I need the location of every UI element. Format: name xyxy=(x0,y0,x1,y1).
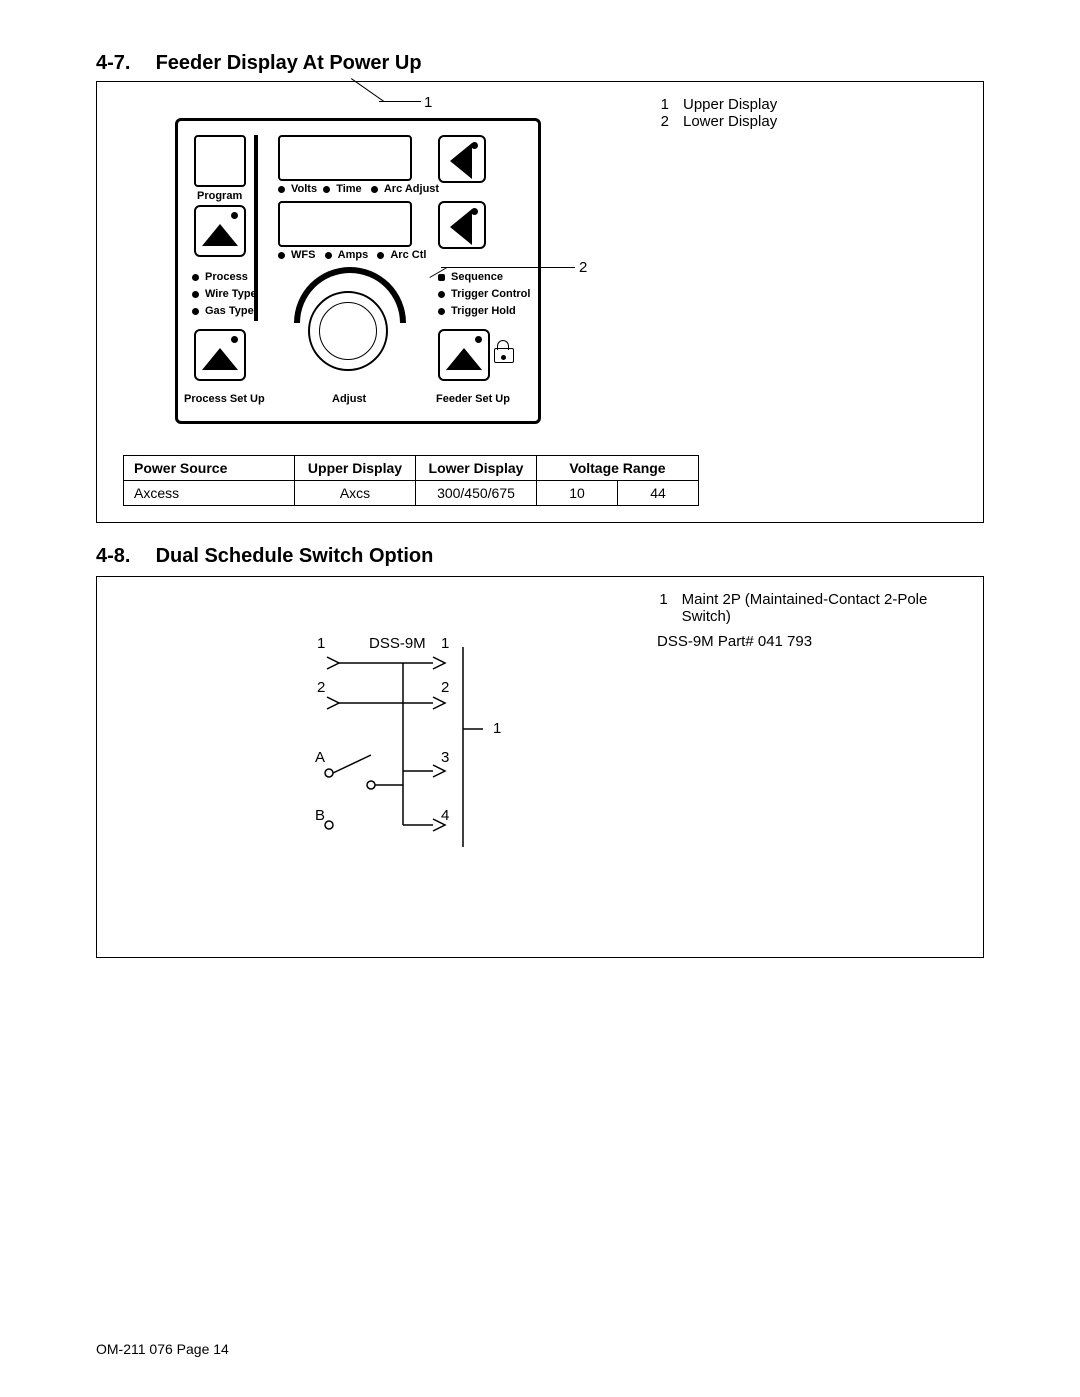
feeder-panel: Program Volts Time Arc Adjust WFS Amps A… xyxy=(175,118,541,424)
label-adjust: Adjust xyxy=(332,393,366,405)
feeder-setup-button[interactable] xyxy=(438,329,490,381)
table-row: Axcess Axcs 300/450/675 10 44 xyxy=(124,481,699,506)
label-program: Program xyxy=(197,190,242,202)
schem-title: DSS-9M xyxy=(369,635,426,652)
schem-callout: 1 xyxy=(493,720,501,737)
legend-text: Lower Display xyxy=(683,113,777,130)
feeder-group: Sequence Trigger Control Trigger Hold xyxy=(438,269,530,320)
program-up-button[interactable] xyxy=(194,205,246,257)
th-voltage-range: Voltage Range xyxy=(537,456,699,481)
dss-9m-schematic: DSS-9M 1 1 2 2 A 3 B 4 1 xyxy=(333,657,473,877)
th-upper-display: Upper Display xyxy=(295,456,416,481)
th-lower-display: Lower Display xyxy=(416,456,537,481)
legend-text: Maint 2P (Maintained-Contact 2-Pole Swit… xyxy=(682,591,947,625)
figure-4-7: 1 Upper Display 2 Lower Display 1 2 Progra… xyxy=(96,81,984,523)
section-4-8-title: 4-8. Dual Schedule Switch Option xyxy=(96,545,984,568)
page-footer: OM-211 076 Page 14 xyxy=(96,1341,229,1357)
legend-4-8: 1 Maint 2P (Maintained-Contact 2-Pole Sw… xyxy=(657,591,947,650)
section-number: 4-7. xyxy=(96,52,150,75)
upper-left-button[interactable] xyxy=(438,135,486,183)
section-heading: Feeder Display At Power Up xyxy=(156,52,422,74)
figure-4-8: 1 Maint 2P (Maintained-Contact 2-Pole Sw… xyxy=(96,576,984,958)
section-number: 4-8. xyxy=(96,545,150,568)
legend-n: 2 xyxy=(657,113,669,130)
upper-indicators: Volts Time Arc Adjust xyxy=(278,183,439,195)
process-group: Process Wire Type Gas Type xyxy=(192,269,257,320)
program-display xyxy=(194,135,246,187)
section-heading: Dual Schedule Switch Option xyxy=(156,545,434,567)
legend-n: 1 xyxy=(657,96,669,113)
upper-display xyxy=(278,135,412,181)
callout-1: 1 xyxy=(424,94,432,111)
legend-4-7: 1 Upper Display 2 Lower Display xyxy=(657,96,777,130)
power-source-table: Power Source Upper Display Lower Display… xyxy=(123,455,699,506)
callout-2: 2 xyxy=(579,259,587,276)
lower-indicators: WFS Amps Arc Ctl xyxy=(278,249,426,261)
section-4-7-title: 4-7. Feeder Display At Power Up xyxy=(96,52,984,75)
lower-left-button[interactable] xyxy=(438,201,486,249)
th-power-source: Power Source xyxy=(124,456,295,481)
lower-display xyxy=(278,201,412,247)
schematic-svg xyxy=(333,657,473,847)
adjust-knob[interactable] xyxy=(308,291,388,371)
legend-text: Upper Display xyxy=(683,96,777,113)
process-setup-button[interactable] xyxy=(194,329,246,381)
part-number: DSS-9M Part# 041 793 xyxy=(657,633,947,650)
lock-icon xyxy=(494,341,512,363)
label-process-setup: Process Set Up xyxy=(184,393,265,405)
legend-n: 1 xyxy=(657,591,668,625)
label-feeder-setup: Feeder Set Up xyxy=(436,393,510,405)
